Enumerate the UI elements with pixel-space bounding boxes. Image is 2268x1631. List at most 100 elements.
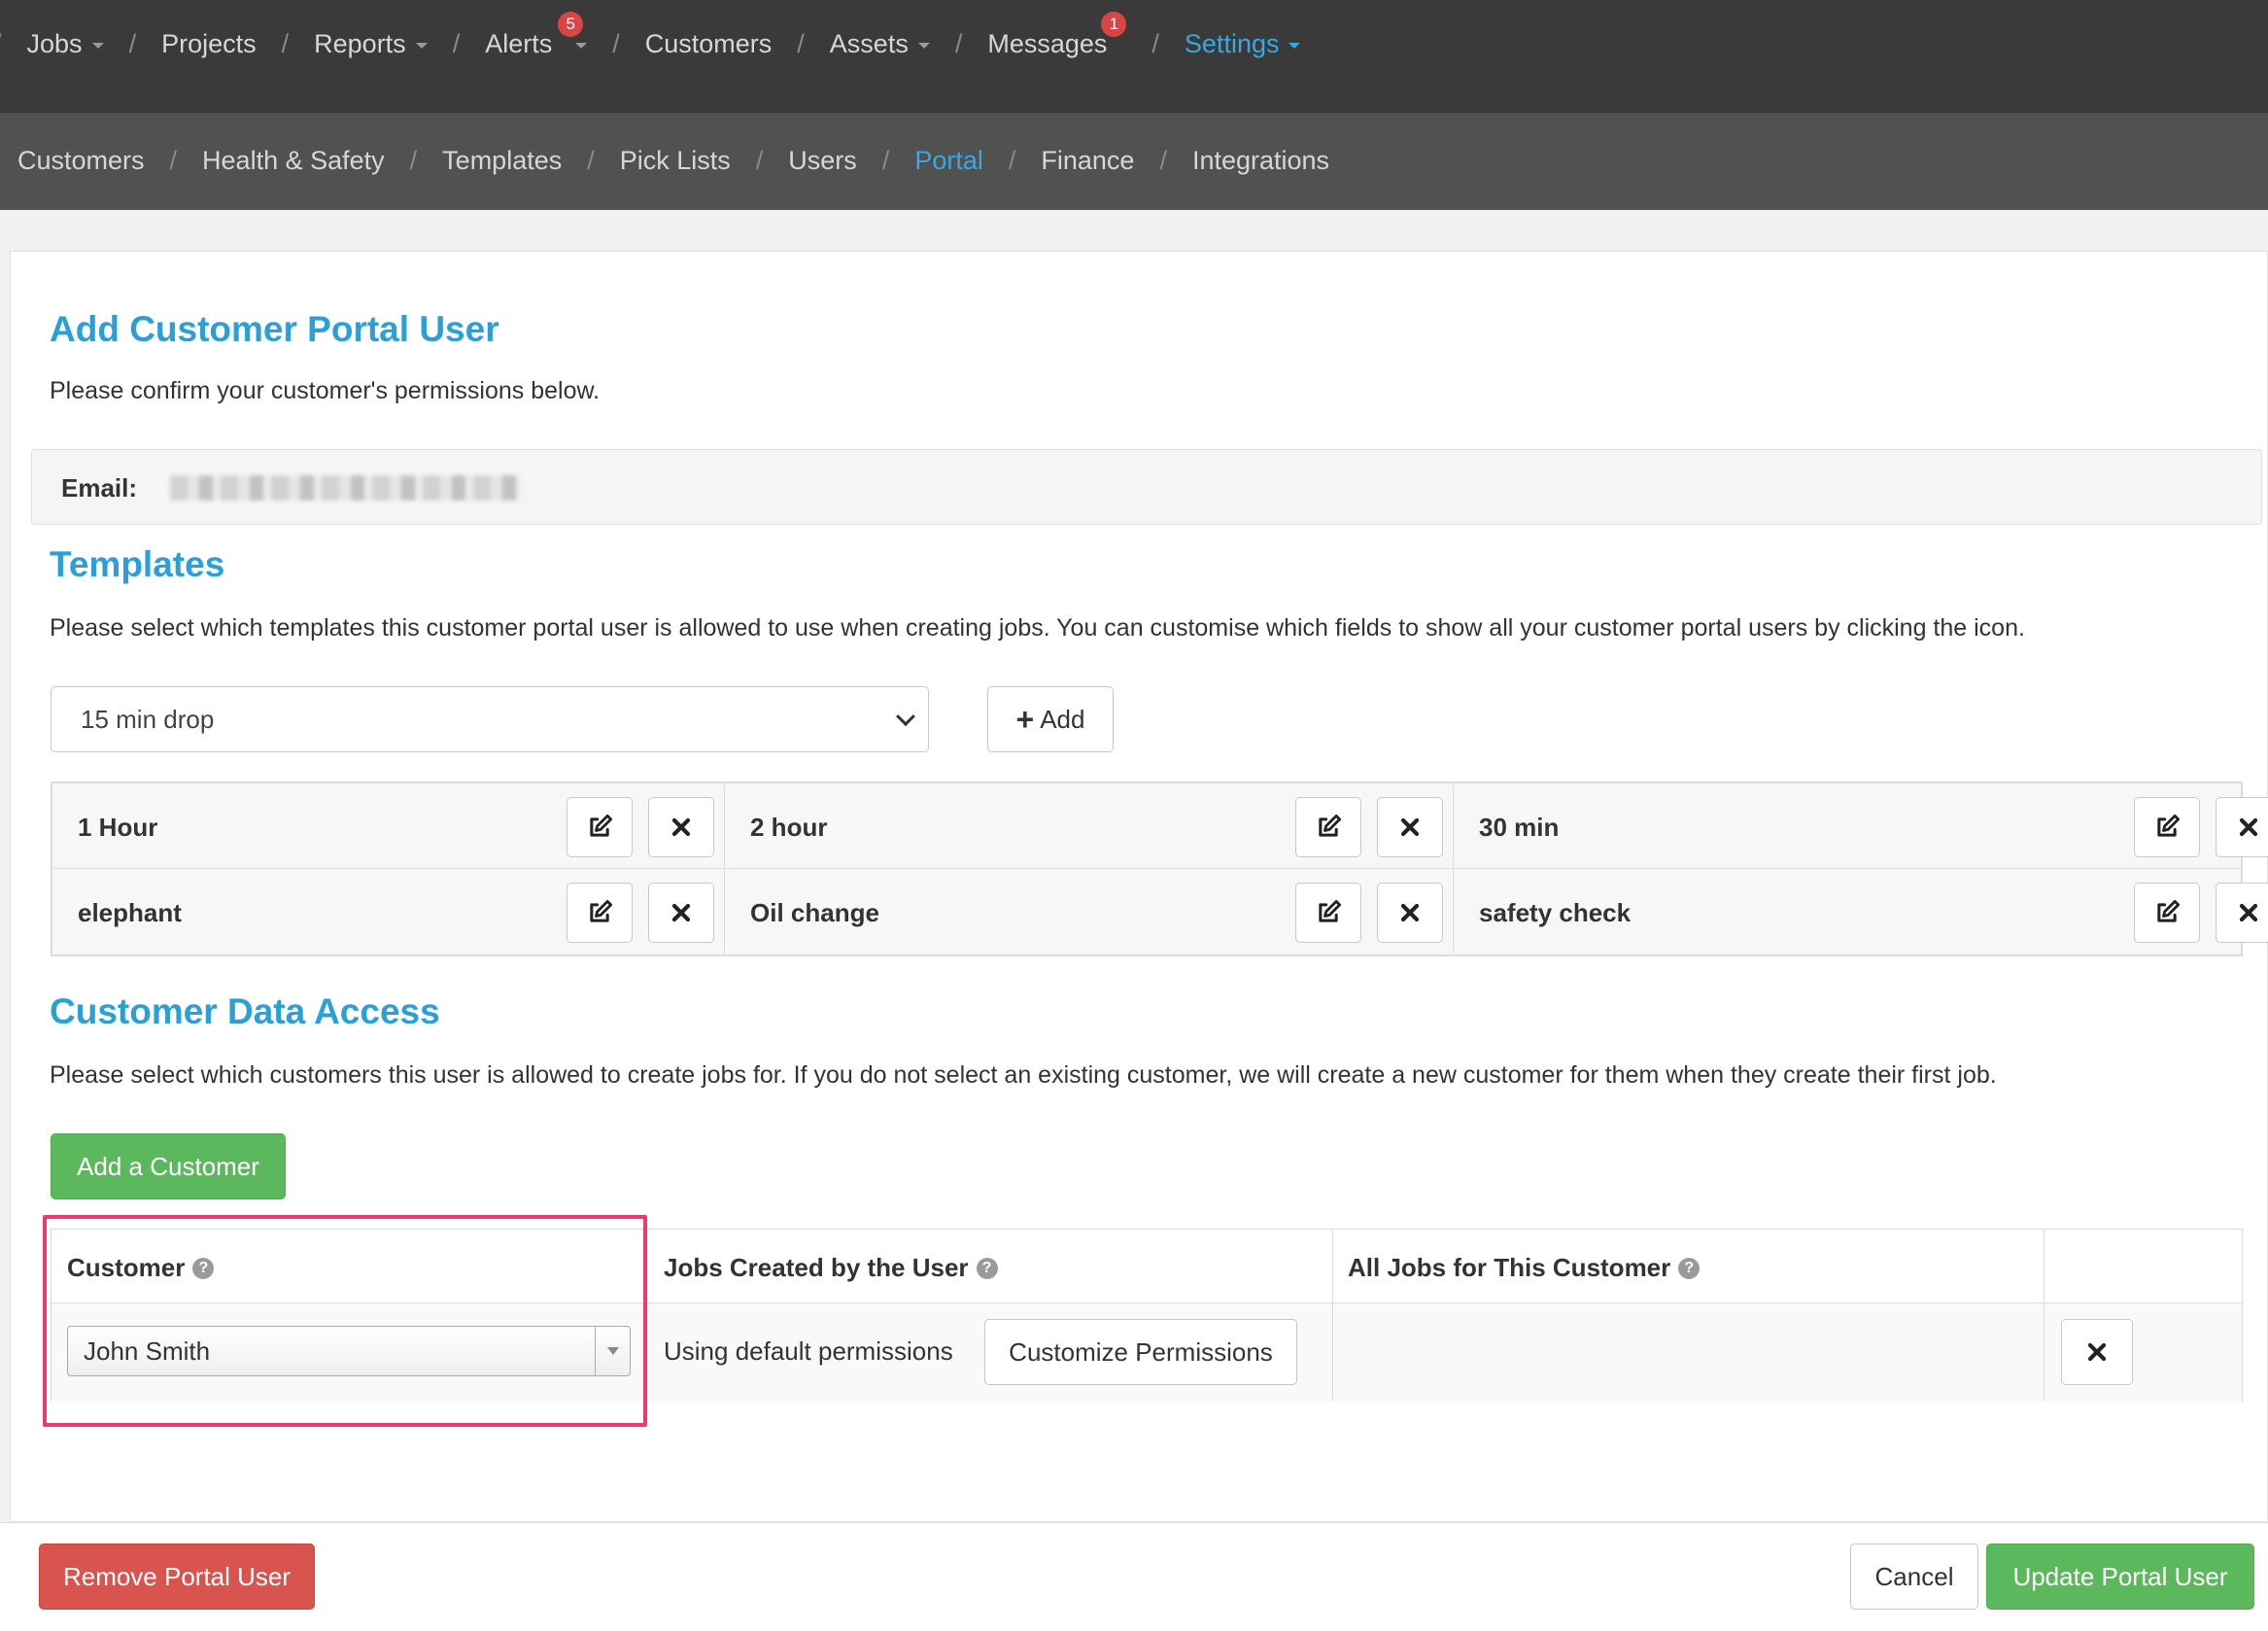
nav-label: Projects	[161, 28, 257, 58]
close-icon	[671, 817, 691, 837]
subnav-item-customers[interactable]: Customers	[17, 146, 145, 176]
column-label: All Jobs for This Customer	[1348, 1253, 1671, 1282]
remove-template-button[interactable]	[2216, 797, 2268, 857]
templates-description: Please select which templates this custo…	[50, 614, 2025, 642]
column-divider	[2044, 1230, 2045, 1401]
nav-separator: /	[0, 29, 2, 59]
nav-item-alerts[interactable]: Alerts 5	[485, 11, 588, 59]
edit-template-button[interactable]	[2134, 797, 2200, 857]
edit-template-button[interactable]	[2134, 883, 2200, 943]
remove-template-button[interactable]	[2216, 883, 2268, 943]
nav-separator: /	[612, 28, 620, 58]
subnav-item-pick-lists[interactable]: Pick Lists	[620, 146, 731, 176]
help-icon[interactable]: ?	[976, 1257, 998, 1279]
template-select-value: 15 min drop	[81, 704, 215, 734]
subnav-item-finance[interactable]: Finance	[1041, 146, 1134, 176]
add-template-label: Add	[1040, 704, 1085, 734]
subnav-item-users[interactable]: Users	[788, 146, 857, 176]
remove-portal-user-button[interactable]: Remove Portal User	[39, 1544, 315, 1610]
customer-column-highlight	[43, 1215, 647, 1427]
caret-down-icon	[91, 43, 104, 49]
template-name: elephant	[78, 898, 182, 927]
chevron-down-icon	[896, 707, 915, 727]
nav-label: Assets	[829, 28, 909, 58]
close-icon	[2239, 817, 2258, 837]
cancel-button[interactable]: Cancel	[1850, 1544, 1978, 1610]
email-value-redacted	[170, 475, 520, 501]
nav-separator: /	[587, 145, 595, 175]
column-header-all-jobs: All Jobs for This Customer?	[1348, 1253, 1701, 1283]
subnav-item-health-safety[interactable]: Health & Safety	[202, 146, 385, 176]
nav-separator: /	[452, 28, 461, 58]
template-item: safety check	[1454, 869, 2268, 954]
column-label: Jobs Created by the User	[664, 1253, 969, 1282]
subnav-item-templates[interactable]: Templates	[442, 146, 562, 176]
remove-customer-button[interactable]	[2061, 1319, 2133, 1385]
close-icon	[671, 903, 691, 922]
column-header-jobs-created: Jobs Created by the User?	[664, 1253, 998, 1283]
templates-heading: Templates	[50, 544, 225, 584]
nav-item-projects[interactable]: Projects	[161, 29, 257, 59]
nav-item-messages[interactable]: Messages 1	[987, 11, 1127, 59]
plus-icon: +	[1015, 702, 1035, 737]
remove-template-button[interactable]	[1377, 797, 1443, 857]
edit-template-button[interactable]	[567, 797, 633, 857]
template-name: Oil change	[750, 898, 879, 927]
template-item: Oil change	[725, 869, 1454, 954]
edit-icon	[1319, 814, 1342, 837]
nav-separator: /	[169, 145, 178, 175]
nav-separator: /	[281, 28, 290, 58]
edit-template-button[interactable]	[1295, 797, 1361, 857]
nav-item-jobs[interactable]: Jobs	[27, 29, 104, 59]
edit-template-button[interactable]	[567, 883, 633, 943]
remove-template-button[interactable]	[648, 797, 714, 857]
nav-item-reports[interactable]: Reports	[314, 29, 428, 59]
template-name: 1 Hour	[78, 813, 158, 842]
messages-count-badge: 1	[1101, 11, 1127, 37]
template-item: 1 Hour	[52, 783, 725, 869]
templates-grid: 1 Hour 2 hour 30 min elephant Oil change…	[51, 781, 2268, 956]
email-box: Email:	[31, 449, 2262, 525]
nav-separator: /	[409, 145, 418, 175]
edit-icon	[2157, 899, 2181, 922]
template-name: 30 min	[1479, 813, 1560, 842]
update-portal-user-button[interactable]: Update Portal User	[1986, 1544, 2254, 1610]
nav-item-assets[interactable]: Assets	[830, 29, 930, 59]
template-item: elephant	[52, 869, 725, 954]
edit-icon	[2157, 814, 2181, 837]
nav-label: Jobs	[26, 28, 83, 58]
remove-template-button[interactable]	[1377, 883, 1443, 943]
customize-permissions-button[interactable]: Customize Permissions	[984, 1319, 1297, 1385]
template-select[interactable]: 15 min drop	[51, 686, 929, 752]
add-customer-button[interactable]: Add a Customer	[51, 1133, 286, 1199]
subnav-item-integrations[interactable]: Integrations	[1192, 146, 1329, 176]
alerts-count-badge: 5	[558, 11, 584, 37]
nav-item-settings[interactable]: Settings	[1185, 29, 1301, 59]
nav-label: Alerts	[485, 28, 553, 58]
template-name: safety check	[1479, 898, 1632, 927]
customer-access-heading: Customer Data Access	[50, 991, 440, 1031]
remove-template-button[interactable]	[648, 883, 714, 943]
nav-item-customers[interactable]: Customers	[645, 29, 773, 59]
customer-access-description: Please select which customers this user …	[50, 1061, 1997, 1089]
close-icon	[2087, 1342, 2107, 1362]
column-divider	[1332, 1230, 1333, 1401]
caret-down-icon	[575, 43, 588, 49]
help-icon[interactable]: ?	[1678, 1257, 1701, 1279]
close-icon	[1400, 903, 1420, 922]
top-navigation: / Jobs / Projects / Reports / Alerts5 / …	[0, 0, 2268, 113]
nav-separator: /	[881, 145, 890, 175]
edit-template-button[interactable]	[1295, 883, 1361, 943]
nav-separator: /	[954, 28, 963, 58]
add-template-button[interactable]: + Add	[987, 686, 1114, 752]
template-item: 30 min	[1454, 783, 2268, 869]
page-subtitle: Please confirm your customer's permissio…	[50, 377, 601, 404]
edit-icon	[1319, 899, 1342, 922]
caret-down-icon	[1289, 43, 1301, 49]
nav-label: Reports	[314, 28, 406, 58]
edit-icon	[590, 899, 613, 922]
page-title: Add Customer Portal User	[50, 309, 499, 349]
template-item: 2 hour	[725, 783, 1454, 869]
close-icon	[1400, 817, 1420, 837]
subnav-item-portal[interactable]: Portal	[914, 146, 983, 176]
